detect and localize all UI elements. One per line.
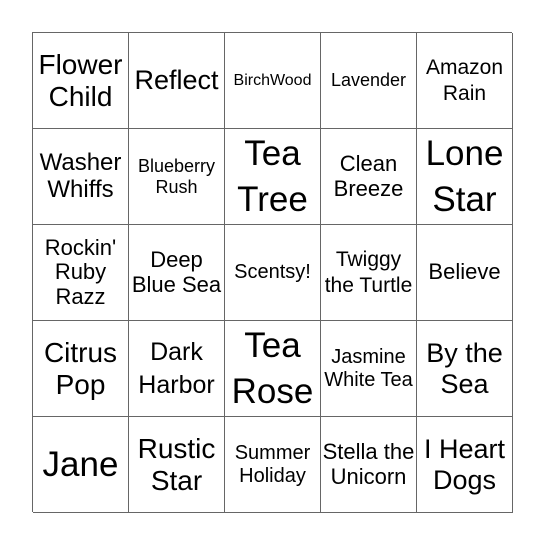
bingo-cell[interactable]: Reflect <box>129 33 225 129</box>
bingo-cell[interactable]: Twiggy the Turtle <box>321 225 417 321</box>
bingo-cell[interactable]: Rockin' Ruby Razz <box>33 225 129 321</box>
bingo-cell[interactable]: Stella the Unicorn <box>321 417 417 513</box>
bingo-card: Flower Child Reflect BirchWood Lavender … <box>32 32 513 513</box>
bingo-cell[interactable]: Amazon Rain <box>417 33 513 129</box>
bingo-cell[interactable]: Tea Tree <box>225 129 321 225</box>
bingo-cell[interactable]: Washer Whiffs <box>33 129 129 225</box>
bingo-cell[interactable]: Tea Rose <box>225 321 321 417</box>
bingo-cell[interactable]: Blueberry Rush <box>129 129 225 225</box>
bingo-cell free-space[interactable]: Scentsy! <box>225 225 321 321</box>
bingo-cell[interactable]: Citrus Pop <box>33 321 129 417</box>
bingo-cell[interactable]: Dark Harbor <box>129 321 225 417</box>
bingo-cell[interactable]: Lavender <box>321 33 417 129</box>
bingo-cell[interactable]: Clean Breeze <box>321 129 417 225</box>
bingo-cell[interactable]: Summer Holiday <box>225 417 321 513</box>
bingo-cell[interactable]: Jasmine White Tea <box>321 321 417 417</box>
bingo-cell[interactable]: I Heart Dogs <box>417 417 513 513</box>
bingo-cell[interactable]: Rustic Star <box>129 417 225 513</box>
bingo-cell[interactable]: Believe <box>417 225 513 321</box>
bingo-cell[interactable]: Flower Child <box>33 33 129 129</box>
bingo-cell[interactable]: BirchWood <box>225 33 321 129</box>
bingo-cell[interactable]: Jane <box>33 417 129 513</box>
bingo-cell[interactable]: Lone Star <box>417 129 513 225</box>
bingo-cell[interactable]: By the Sea <box>417 321 513 417</box>
bingo-cell[interactable]: Deep Blue Sea <box>129 225 225 321</box>
